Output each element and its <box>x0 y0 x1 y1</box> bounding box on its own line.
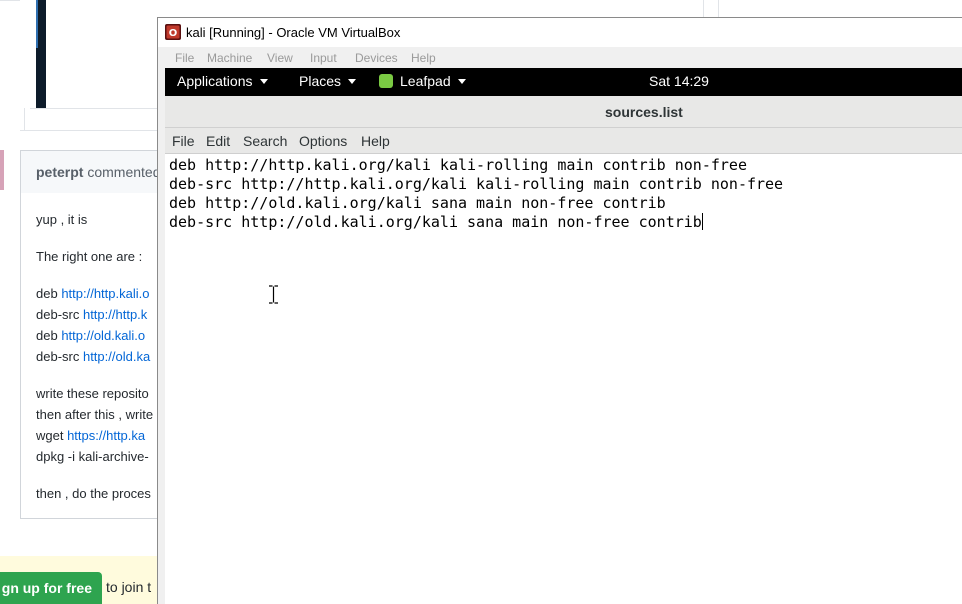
window-title: kali [Running] - Oracle VM VirtualBox <box>186 25 401 40</box>
comment-header: peterpt commented <box>20 150 161 194</box>
panel-clock[interactable]: Sat 14:29 <box>649 73 709 89</box>
applications-menu[interactable]: Applications <box>177 73 268 89</box>
comment-line: write these reposito <box>36 386 149 401</box>
editor-line: deb-src http://old.kali.org/kali sana ma… <box>169 213 703 232</box>
comment-line: deb-src http://old.ka <box>36 349 151 364</box>
page-divider <box>718 0 719 17</box>
guest-screen[interactable]: Applications Places Leafpad Sat 14:29 so… <box>165 68 962 604</box>
leafpad-menubar: File Edit Search Options Help <box>165 128 962 154</box>
comment-line: wget https://http.ka <box>36 428 146 443</box>
menu-file[interactable]: File <box>175 51 194 65</box>
text-caret <box>701 213 703 230</box>
comment-link[interactable]: http://http.kali.o <box>61 286 149 301</box>
embedded-image <box>36 0 46 108</box>
applications-label: Applications <box>177 73 253 89</box>
text-editor-area[interactable]: deb http://http.kali.org/kali kali-rolli… <box>165 154 962 604</box>
virtualbox-icon: O <box>165 24 181 40</box>
comment-link[interactable]: https://http.ka <box>67 428 145 443</box>
comment-line: The right one are : <box>36 249 143 264</box>
dropdown-arrow-icon <box>259 78 268 84</box>
avatar[interactable] <box>0 150 4 190</box>
comment-author-line: peterpt commented <box>36 164 161 180</box>
page-divider <box>703 0 704 17</box>
page-divider <box>20 130 160 131</box>
leafpad-menu-search[interactable]: Search <box>243 133 287 149</box>
timeline-line <box>24 108 25 130</box>
app-menu-label: Leafpad <box>400 73 451 89</box>
comment-line: deb http://old.kali.o <box>36 328 146 343</box>
leafpad-menu-edit[interactable]: Edit <box>206 133 230 149</box>
menu-input[interactable]: Input <box>310 51 337 65</box>
dropdown-arrow-icon <box>457 78 466 84</box>
dropdown-arrow-icon <box>348 78 357 84</box>
vbox-menubar: File Machine View Input Devices Help <box>165 48 962 68</box>
comment-line: yup , it is <box>36 212 88 227</box>
comment-action: commented <box>87 164 161 180</box>
signup-text: to join t <box>106 579 152 595</box>
comment-line: then , do the proces <box>36 486 151 501</box>
leafpad-icon <box>379 74 393 89</box>
leafpad-title: sources.list <box>605 104 683 120</box>
comment-line: deb-src http://http.k <box>36 307 148 322</box>
comment-author[interactable]: peterpt <box>36 164 83 180</box>
comment-link[interactable]: http://old.kali.o <box>61 328 145 343</box>
window-titlebar[interactable]: O kali [Running] - Oracle VM VirtualBox <box>158 18 962 47</box>
comment-line: dpkg -i kali-archive- <box>36 449 149 464</box>
leafpad-menu-options[interactable]: Options <box>299 133 347 149</box>
comment-line: deb http://http.kali.o <box>36 286 150 301</box>
gnome-top-panel: Applications Places Leafpad Sat 14:29 <box>165 68 962 96</box>
comment-line: then after this , write <box>36 407 154 422</box>
places-label: Places <box>299 73 342 89</box>
image-border <box>30 108 160 109</box>
comment-link[interactable]: http://http.k <box>83 307 147 322</box>
virtualbox-window: O kali [Running] - Oracle VM VirtualBox … <box>157 17 962 604</box>
signup-button[interactable]: gn up for free <box>0 572 102 604</box>
menu-view[interactable]: View <box>267 51 293 65</box>
page-divider <box>0 0 20 1</box>
svg-text:O: O <box>169 28 178 39</box>
app-menu-leafpad[interactable]: Leafpad <box>379 73 466 89</box>
comment-link[interactable]: http://old.ka <box>83 349 150 364</box>
editor-line-text: deb-src http://old.kali.org/kali sana ma… <box>169 213 702 231</box>
editor-line: deb-src http://http.kali.org/kali kali-r… <box>169 175 784 193</box>
menu-devices[interactable]: Devices <box>355 51 398 65</box>
menu-help[interactable]: Help <box>411 51 436 65</box>
menu-machine[interactable]: Machine <box>207 51 252 65</box>
leafpad-menu-help[interactable]: Help <box>361 133 390 149</box>
editor-line: deb http://http.kali.org/kali kali-rolli… <box>169 156 747 174</box>
editor-line: deb http://old.kali.org/kali sana main n… <box>169 194 666 212</box>
leafpad-titlebar[interactable]: sources.list <box>165 96 962 128</box>
places-menu[interactable]: Places <box>299 73 357 89</box>
leafpad-menu-file[interactable]: File <box>172 133 195 149</box>
text-cursor-icon <box>269 285 278 304</box>
